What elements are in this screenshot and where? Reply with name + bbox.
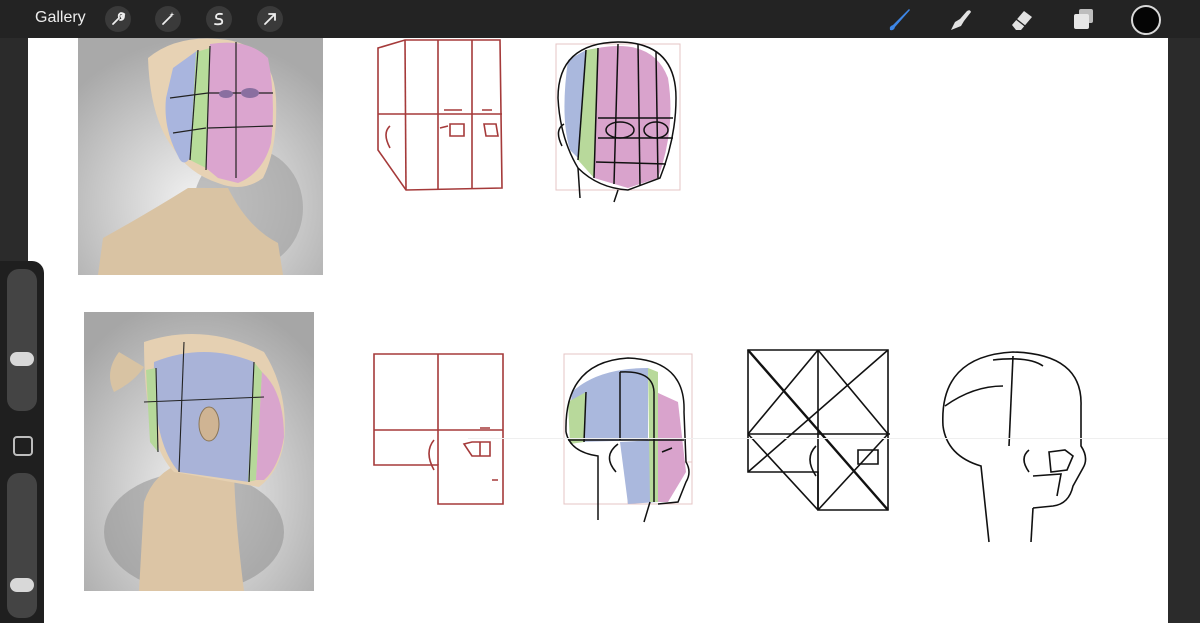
wrench-icon[interactable] bbox=[105, 6, 131, 32]
opacity-thumb[interactable] bbox=[10, 577, 34, 592]
modify-button[interactable] bbox=[13, 436, 33, 456]
box-construction-front bbox=[377, 39, 503, 191]
eraser-icon[interactable] bbox=[1008, 5, 1036, 33]
head-line-sketch-profile bbox=[942, 351, 1087, 543]
head-plane-sketch-profile bbox=[563, 353, 693, 523]
brush-icon[interactable] bbox=[885, 5, 913, 33]
layers-icon[interactable] bbox=[1070, 5, 1098, 33]
canvas-guide-line bbox=[468, 438, 1168, 439]
box-diagonal-construction bbox=[747, 349, 890, 511]
reference-photo-front-3q bbox=[78, 38, 323, 275]
color-picker-swatch[interactable] bbox=[1131, 5, 1161, 35]
head-plane-sketch-front bbox=[555, 41, 681, 203]
box-construction-profile bbox=[373, 353, 504, 505]
gallery-button[interactable]: Gallery bbox=[35, 9, 86, 27]
transform-arrow-icon[interactable] bbox=[257, 6, 283, 32]
brush-size-thumb[interactable] bbox=[10, 352, 34, 367]
selection-icon[interactable] bbox=[206, 6, 232, 32]
top-toolbar: Gallery bbox=[0, 0, 1200, 38]
reference-photo-profile bbox=[84, 312, 314, 591]
opacity-slider[interactable] bbox=[7, 473, 37, 618]
brush-size-slider[interactable] bbox=[7, 269, 37, 411]
smudge-icon[interactable] bbox=[947, 5, 975, 33]
drawing-canvas[interactable] bbox=[28, 38, 1168, 623]
magic-wand-icon[interactable] bbox=[155, 6, 181, 32]
